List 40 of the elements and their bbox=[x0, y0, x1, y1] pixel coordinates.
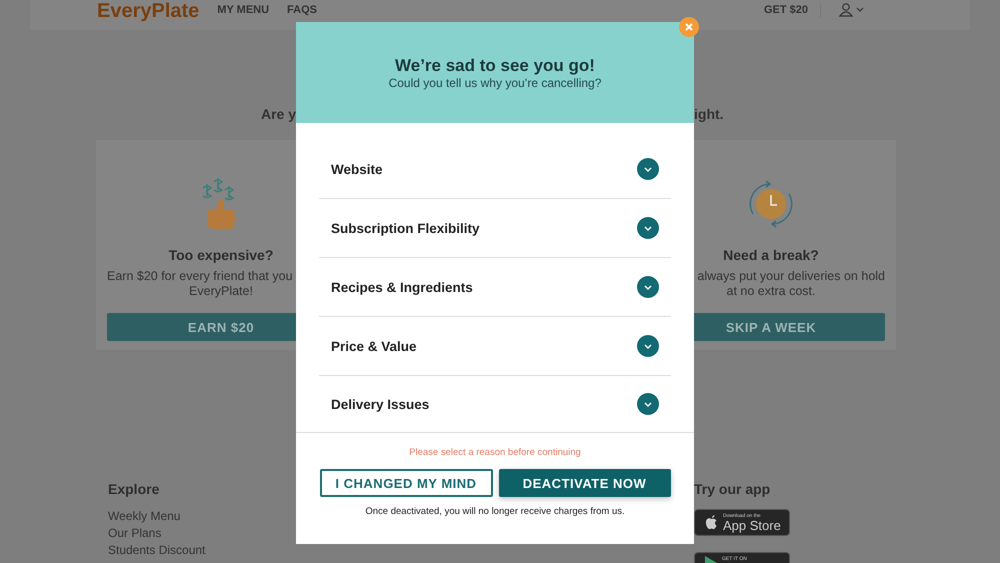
reason-label: Price & Value bbox=[331, 338, 417, 354]
footer-link[interactable]: Weekly Menu bbox=[108, 508, 180, 525]
footer-link[interactable]: Our Plans bbox=[108, 525, 162, 542]
dialog-title: We’re sad to see you go! bbox=[395, 56, 595, 76]
offer-title: Need a break? bbox=[723, 246, 819, 264]
reason-item[interactable]: Recipes & Ingredients bbox=[319, 258, 671, 317]
nav-link[interactable]: FAQS bbox=[287, 4, 317, 17]
footer-link[interactable]: Students Discount bbox=[108, 542, 206, 559]
error-message: Please select a reason before continuing bbox=[409, 447, 581, 459]
reason-item[interactable]: Price & Value bbox=[319, 317, 671, 376]
deactivate-button[interactable]: DEACTIVATE NOW bbox=[498, 469, 670, 497]
keep-button[interactable]: I CHANGED MY MIND bbox=[320, 469, 492, 497]
apple-icon bbox=[705, 515, 718, 530]
reason-label: Subscription Flexibility bbox=[331, 220, 480, 236]
offer-text: Earn $20 for every friend that you bbox=[107, 269, 293, 284]
referral-link[interactable]: GET $20 bbox=[764, 4, 821, 18]
close-icon bbox=[684, 22, 694, 32]
dialog-note: Once deactivated, you will no longer receive charges from us. bbox=[365, 506, 625, 518]
chevron-icon[interactable] bbox=[637, 335, 659, 357]
reason-item[interactable]: Website bbox=[319, 140, 671, 199]
chevron-icon[interactable] bbox=[637, 158, 659, 180]
offer-title: Too expensive? bbox=[168, 246, 274, 264]
intro-text: Are y bbox=[260, 106, 296, 122]
reason-label: Website bbox=[331, 162, 383, 176]
offer-text: EveryPlate! bbox=[189, 284, 253, 299]
offer-text: at no extra cost. bbox=[726, 284, 816, 299]
dialog-subtitle: Could you tell us why you’re cancelling? bbox=[388, 76, 602, 91]
footer-heading: Explore bbox=[108, 480, 160, 498]
chevron-icon[interactable] bbox=[637, 217, 659, 239]
intro-text: ight. bbox=[694, 106, 724, 122]
footer-heading: Try our app bbox=[694, 480, 770, 498]
badge-title: App Store bbox=[723, 519, 781, 532]
chevron-icon[interactable] bbox=[637, 393, 659, 415]
chevron-icon[interactable] bbox=[637, 276, 659, 298]
reason-item[interactable]: Delivery Issues bbox=[319, 376, 671, 432]
offer-text: always put your deliveries on hold bbox=[697, 269, 885, 284]
reason-item[interactable]: Subscription Flexibility bbox=[319, 199, 671, 258]
nav-link[interactable]: MY MENU bbox=[217, 4, 270, 17]
reason-label: Recipes & Ingredients bbox=[331, 280, 473, 294]
reason-label: Delivery Issues bbox=[331, 396, 430, 412]
